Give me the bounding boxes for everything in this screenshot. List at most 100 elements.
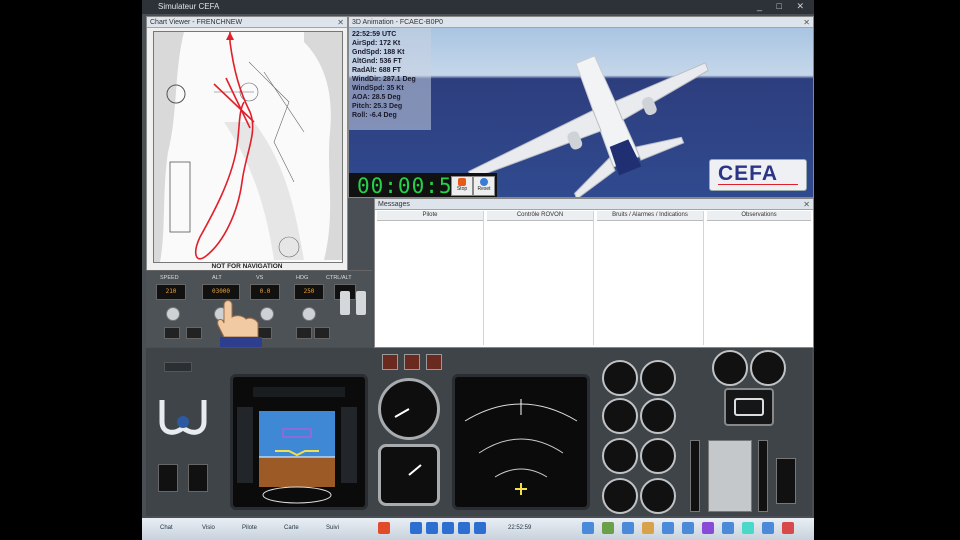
speedbrake-lever[interactable] [758,440,768,512]
taskbar-item[interactable]: Pilote [242,521,257,535]
chart-viewer-panel: Chart Viewer - FRENCHNEW ✕ NOT FOR NAVIG… [146,16,348,272]
taskbar-item[interactable]: Carte [284,521,299,535]
messages-column-bruits[interactable]: Bruits / Alarmes / Indications [597,211,704,345]
tray-icon[interactable] [582,522,594,534]
column-header: Observations [707,211,811,221]
chart-viewer-title: Chart Viewer - FRENCHNEW [147,17,347,28]
ap-button[interactable] [296,327,312,339]
messages-panel: Messages ✕ Pilote Contrôle ROVON Bruits … [374,198,814,348]
engine-gauge [602,398,638,434]
control-yoke-icon[interactable] [152,392,214,442]
throttle-block[interactable] [158,464,178,492]
app-icon[interactable] [426,522,438,534]
speed-knob[interactable] [166,307,180,321]
speed-window[interactable]: 210 [156,284,186,300]
simulator-window: Simulateur CEFA _ □ ✕ Chart Viewer - FRE… [142,0,814,540]
stop-button[interactable]: Stop [451,176,473,196]
trim-wheel[interactable] [776,458,796,504]
animation-title: 3D Animation - FCAEC-B0P0 [349,17,813,28]
hand-pointer-icon [217,300,262,347]
taskbar-item[interactable]: Chat [160,521,173,535]
tray-icon[interactable] [622,522,634,534]
tray-icon[interactable] [722,522,734,534]
flap-lever[interactable] [690,440,700,512]
tray-icon[interactable] [742,522,754,534]
telemetry-line: RadAlt: 688 FT [352,67,402,74]
ap-button[interactable] [186,327,202,339]
telemetry-line: WindSpd: 35 Kt [352,85,404,92]
tray-icon[interactable] [702,522,714,534]
ap-button[interactable] [164,327,180,339]
nd-graphics [464,399,578,495]
messages-column-controle[interactable]: Contrôle ROVON [487,211,594,345]
engine-gauge [640,478,676,514]
ap-button[interactable] [314,327,330,339]
cefa-logo: CEFA [709,159,807,191]
heading-window[interactable]: 250 [294,284,324,300]
telemetry-line: Roll: -6.4 Deg [352,112,397,119]
taskbar-item[interactable]: Suivi [326,521,339,535]
ap-label-hdg: HDG [296,275,309,281]
display-icon [734,398,764,416]
heading-knob[interactable] [302,307,316,321]
autopilot-status-screen [724,388,774,426]
column-header: Contrôle ROVON [487,211,593,221]
throttle-block[interactable] [188,464,208,492]
taskbar-item[interactable]: Visio [202,521,215,535]
app-icon[interactable] [474,522,486,534]
app-icon[interactable] [378,522,390,534]
window-title: Simulateur CEFA [142,0,814,14]
column-header: Bruits / Alarmes / Indications [597,211,703,221]
ap-switch[interactable] [356,291,366,315]
tray-icon[interactable] [642,522,654,534]
indicator-light [164,362,192,372]
warning-light[interactable] [404,354,420,370]
telemetry-readout: 22:52:59 UTC AirSpd: 172 Kt GndSpd: 188 … [349,28,431,130]
altimeter-needle-icon [408,464,422,476]
taskbar-clock: 22:52:59 [508,525,532,531]
tray-icon[interactable] [782,522,794,534]
telemetry-line: AOA: 28.5 Deg [352,94,401,101]
engine-gauge [602,438,638,474]
pfd-graphics [237,387,357,504]
tray-icon[interactable] [602,522,614,534]
close-icon[interactable]: ✕ [803,17,810,28]
standby-airspeed-gauge [378,378,440,440]
tray-icon[interactable] [662,522,674,534]
engine-gauge [640,360,676,396]
ap-label-speed: SPEED [160,275,179,281]
ap-label-alt: ALT [212,275,222,281]
ap-switch[interactable] [340,291,350,315]
telemetry-line: WindDir: 287.1 Deg [352,76,416,83]
engine-gauge [640,398,676,434]
tray-icon[interactable] [682,522,694,534]
messages-column-pilote[interactable]: Pilote [377,211,484,345]
app-icon[interactable] [410,522,422,534]
throttle-quadrant[interactable] [708,440,752,512]
messages-title: Messages [375,199,813,210]
primary-flight-display[interactable] [230,374,368,510]
warning-light[interactable] [382,354,398,370]
instrument-panel [146,348,812,516]
warning-light[interactable] [426,354,442,370]
tray-icon[interactable] [762,522,774,534]
airspeed-needle-icon [394,408,410,418]
approach-chart[interactable] [153,27,343,263]
autopilot-panel: SPEED ALT VS HDG CTRL/ALT 210 03000 0.0 … [146,270,372,347]
stop-icon [458,178,466,186]
trim-gauge [750,350,786,386]
app-icon[interactable] [458,522,470,534]
close-icon[interactable]: ✕ [803,199,810,210]
animation-panel: 3D Animation - FCAEC-B0P0 ✕ CEFA 22:52:5… [348,16,814,198]
window-controls[interactable]: _ □ ✕ [757,1,810,12]
telemetry-line: Pitch: 25.3 Deg [352,103,403,110]
messages-column-observations[interactable]: Observations [707,211,811,345]
column-header: Pilote [377,211,483,221]
close-icon[interactable]: ✕ [337,17,344,28]
telemetry-line: 22:52:59 UTC [352,31,397,38]
navigation-display[interactable] [452,374,590,510]
app-icon[interactable] [442,522,454,534]
telemetry-line: GndSpd: 188 Kt [352,49,405,56]
reset-button[interactable]: Reset [473,176,495,196]
ap-label-vs: VS [256,275,264,281]
